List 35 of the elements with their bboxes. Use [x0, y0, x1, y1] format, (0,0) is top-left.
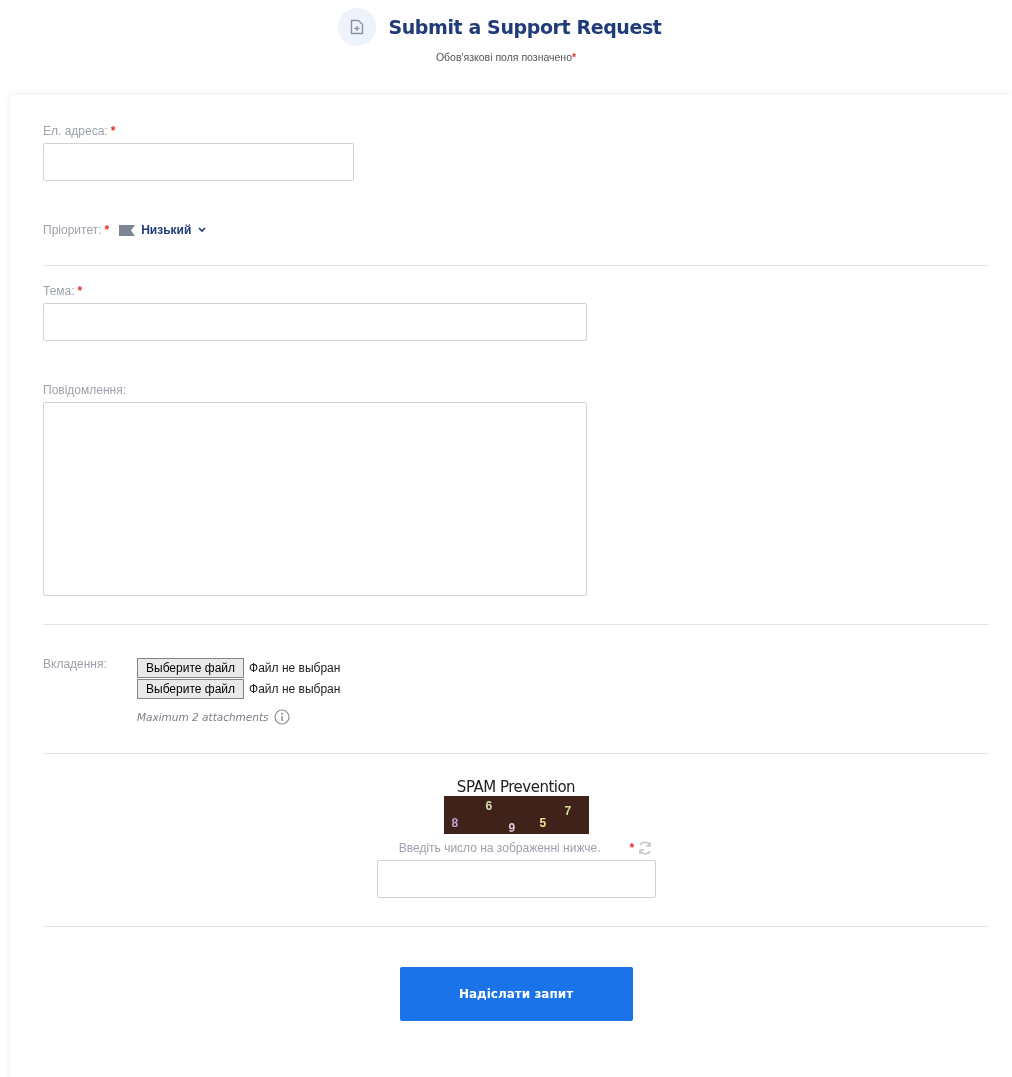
captcha-digit: 8: [451, 816, 459, 830]
required-mark: *: [77, 284, 83, 298]
required-mark: *: [110, 124, 116, 138]
field-label: Повідомлення:: [43, 383, 127, 397]
required-mark: *: [629, 841, 635, 855]
required-note: Обов'язкові поля позначено: [435, 51, 572, 63]
field-label: Вкладення:: [43, 657, 107, 671]
priority-dropdown[interactable]: Низький: [141, 223, 192, 237]
choose-file-button[interactable]: Выберите файл: [137, 678, 245, 699]
message-field[interactable]: [43, 402, 587, 596]
refresh-icon[interactable]: [637, 840, 654, 856]
required-mark: *: [104, 223, 110, 237]
required-mark: *: [572, 51, 577, 63]
choose-file-button[interactable]: Выберите файл: [137, 657, 245, 678]
input-field[interactable]: [43, 303, 587, 341]
submit-button[interactable]: Надіслати запит: [399, 967, 633, 1021]
field-label: Тема:: [43, 284, 75, 298]
captcha-title: SPAM Prevention: [456, 778, 576, 796]
field-label: Пріоритет:: [43, 223, 102, 237]
attachments-note: Maximum 2 attachments: [137, 711, 269, 723]
captcha-input-field[interactable]: [376, 860, 656, 898]
chevron-down-icon[interactable]: [198, 227, 207, 233]
captcha-digit: 6: [485, 799, 493, 813]
add-file-icon: [350, 19, 365, 35]
captcha-digit: 7: [564, 804, 572, 818]
info-icon[interactable]: [273, 709, 290, 725]
file-status: Файл не выбран: [249, 681, 341, 696]
captcha-digit: 5: [539, 816, 547, 830]
captcha-digit: 9: [508, 821, 516, 835]
input-field[interactable]: [43, 143, 354, 181]
form-title: Submit a Support Request: [388, 16, 662, 38]
field-label: Введіть число на зображенні нижче.: [398, 841, 601, 855]
flag-icon: [119, 224, 136, 236]
file-status: Файл не выбран: [249, 660, 341, 675]
field-label: Ел. адреса:: [43, 124, 108, 138]
